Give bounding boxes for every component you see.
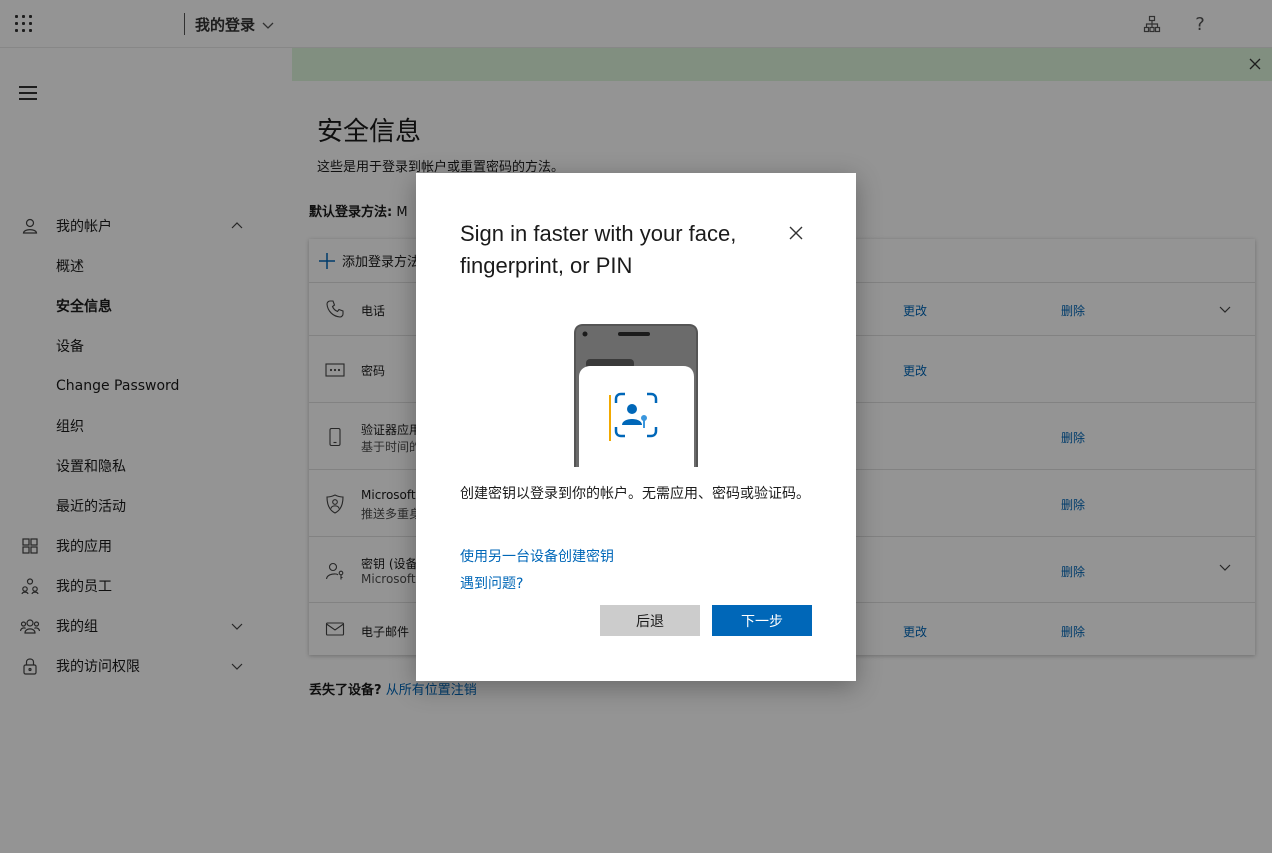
create-on-other-device-link[interactable]: 使用另一台设备创建密钥 xyxy=(460,546,614,566)
dialog-description: 创建密钥以登录到你的帐户。无需应用、密码或验证码。 xyxy=(460,486,810,502)
dialog-title: Sign in faster with your face, fingerpri… xyxy=(460,221,737,278)
back-button[interactable]: 后退 xyxy=(600,605,700,636)
having-trouble-link[interactable]: 遇到问题? xyxy=(460,573,523,593)
close-icon[interactable] xyxy=(787,224,805,242)
phone-face-id-illustration xyxy=(574,324,698,467)
next-button[interactable]: 下一步 xyxy=(712,605,812,636)
passkey-dialog: Sign in faster with your face, fingerpri… xyxy=(416,173,856,681)
